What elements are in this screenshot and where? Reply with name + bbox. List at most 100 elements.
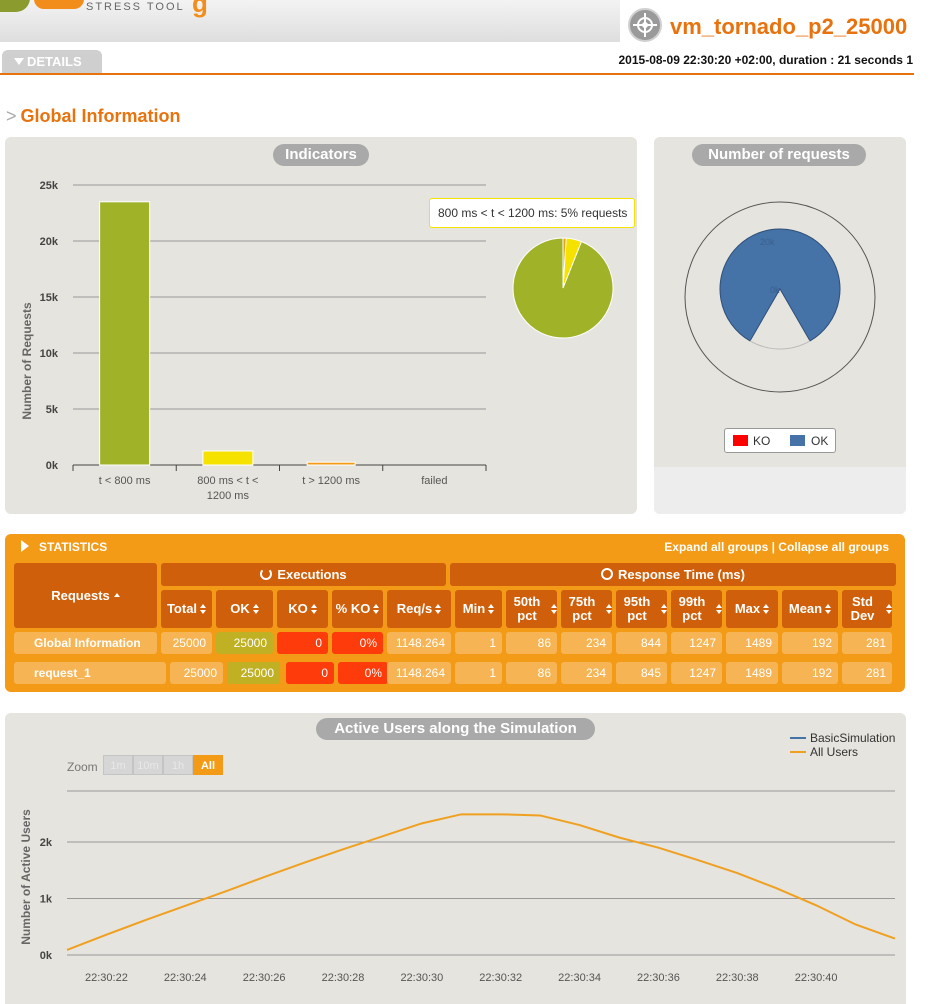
sort-icon: [715, 604, 722, 614]
legend-label[interactable]: All Users: [810, 745, 858, 759]
active-users-x-tick: 22:30:36: [637, 972, 680, 984]
table-cell: 25000: [161, 632, 212, 654]
legend-ko-swatch: [733, 435, 748, 446]
table-cell: 1: [455, 662, 502, 684]
indicators-y-tick: 25k: [40, 180, 59, 192]
table-cell: 1: [455, 632, 502, 654]
column-header-label: Total: [166, 601, 198, 616]
indicators-panel: Indicators Number of Requests 0k 5k 10k 15k…: [5, 137, 637, 514]
column-header[interactable]: Mean: [782, 590, 838, 628]
table-cell: 25000: [227, 662, 280, 684]
column-header-label: % KO: [335, 601, 371, 616]
clock-icon: [601, 568, 614, 580]
indicators-pie: [512, 237, 614, 339]
column-header[interactable]: Min: [455, 590, 502, 628]
sort-icon: [550, 604, 557, 614]
column-header[interactable]: 95th pct: [616, 590, 667, 628]
active-users-y-tick: 0k: [40, 950, 53, 962]
response-time-group-header: Response Time (ms): [450, 563, 896, 586]
table-cell: 192: [782, 662, 838, 684]
indicators-y-tick: 5k: [46, 404, 59, 416]
indicators-y-tick: 15k: [40, 292, 59, 304]
column-header[interactable]: % KO: [332, 590, 383, 628]
sort-icon: [660, 604, 667, 614]
table-cell: 1148.264: [387, 632, 451, 654]
statistics-title: STATISTICS: [39, 540, 108, 554]
sort-icon: [885, 604, 892, 614]
sort-icon: [435, 604, 442, 614]
column-header[interactable]: OK: [216, 590, 273, 628]
column-header[interactable]: 75th pct: [561, 590, 612, 628]
table-cell: 1247: [671, 662, 722, 684]
executions-group-header: Executions: [161, 563, 446, 586]
statistics-header[interactable]: STATISTICS: [21, 540, 107, 554]
column-header[interactable]: Max: [726, 590, 778, 628]
executions-header-label: Executions: [277, 567, 347, 582]
column-header[interactable]: 50th pct: [506, 590, 557, 628]
expand-collapse-links[interactable]: Expand all groups | Collapse all groups: [664, 540, 889, 554]
active-users-y-tick: 2k: [40, 837, 53, 849]
active-users-lines: [66, 813, 896, 951]
indicators-bar[interactable]: [306, 461, 356, 466]
active-users-x-tick: 22:30:28: [322, 972, 365, 984]
active-users-grid: 0k 1k 2k 22:30:22 22:30:24 22:30:26 22:30:28 22…: [40, 790, 895, 984]
section-title: Global Information: [20, 106, 181, 126]
column-header-label: KO: [288, 601, 308, 616]
requests-tick-0: 0k: [770, 285, 780, 295]
requests-panel: Number of requests 0k 20k KO OK: [654, 137, 906, 514]
active-users-x-tick: 22:30:26: [243, 972, 286, 984]
column-header[interactable]: KO: [277, 590, 328, 628]
table-cell: 192: [782, 632, 838, 654]
table-cell: 281: [842, 662, 892, 684]
column-header-label: Std Dev: [850, 594, 875, 623]
sort-icon: [200, 604, 207, 614]
indicators-y-tick: 20k: [40, 236, 59, 248]
sort-icon: [488, 604, 495, 614]
active-users-series-line[interactable]: [66, 813, 896, 951]
indicators-x-label: t > 1200 ms: [302, 475, 360, 487]
indicators-y-tick: 10k: [40, 348, 59, 360]
page-title: > Global Information: [6, 106, 181, 127]
indicators-chart: Number of Requests 0k 5k 10k 15k 20k 25k t < 8…: [20, 180, 614, 502]
active-users-x-tick: 22:30:24: [164, 972, 207, 984]
sort-icon: [605, 604, 612, 614]
row-name[interactable]: Global Information: [14, 632, 157, 654]
target-icon: [628, 8, 662, 42]
row-name[interactable]: request_1: [14, 662, 166, 684]
active-users-y-axis-label: Number of Active Users: [19, 809, 33, 945]
sort-asc-icon: [113, 593, 120, 597]
legend-ko-label[interactable]: KO: [753, 434, 770, 448]
header-band: g STRESS TOOL: [0, 0, 620, 42]
column-header-label: OK: [230, 601, 250, 616]
requests-column-header[interactable]: Requests: [14, 563, 157, 628]
logo-mark: [0, 0, 30, 12]
indicators-y-axis-label: Number of Requests: [20, 302, 34, 420]
table-cell: 0: [286, 662, 334, 684]
column-header-label: 50th pct: [513, 594, 541, 623]
table-cell: 234: [561, 632, 612, 654]
details-tab[interactable]: DETAILS: [2, 50, 102, 74]
indicators-bar[interactable]: [202, 450, 254, 466]
indicators-y-tick: 0k: [46, 460, 59, 472]
logo-letter: g: [192, 0, 208, 18]
requests-chart: 0k 20k: [684, 201, 876, 393]
table-cell: 1489: [726, 632, 778, 654]
indicators-x-label: 800 ms < t <1200 ms: [197, 475, 258, 502]
legend-label[interactable]: BasicSimulation: [810, 731, 895, 745]
column-header[interactable]: Std Dev: [842, 590, 892, 628]
legend-ok-label[interactable]: OK: [811, 434, 828, 448]
run-info: 2015-08-09 22:30:20 +02:00, duration : 2…: [618, 53, 914, 67]
requests-panel-footer: [654, 467, 906, 514]
column-header[interactable]: Req/s: [387, 590, 451, 628]
column-header[interactable]: Total: [161, 590, 212, 628]
indicators-bar[interactable]: [99, 201, 151, 466]
table-cell: 86: [506, 662, 557, 684]
active-users-chart: Number of Active Users 0k 1k 2k 22:30:22 22:…: [19, 731, 896, 984]
column-header[interactable]: 99th pct: [671, 590, 722, 628]
column-header-label: Mean: [788, 601, 823, 616]
column-header-label: Req/s: [396, 601, 433, 616]
active-users-y-tick: 1k: [40, 894, 53, 906]
indicators-tooltip: 800 ms < t < 1200 ms: 5% requests: [429, 198, 635, 228]
header-divider: [0, 73, 914, 75]
requests-tick-1: 20k: [760, 237, 775, 247]
